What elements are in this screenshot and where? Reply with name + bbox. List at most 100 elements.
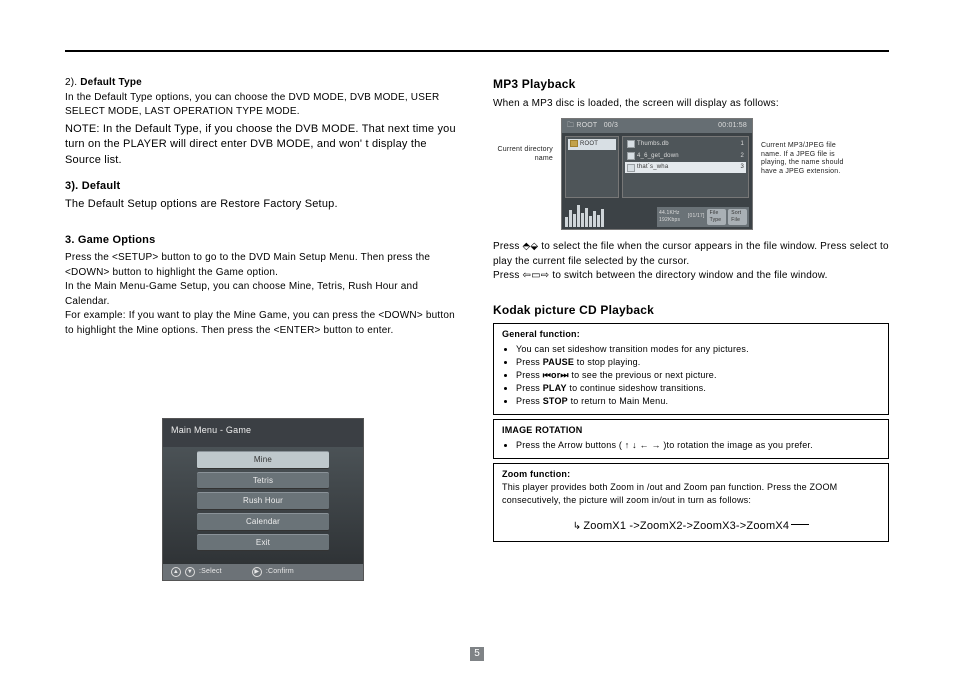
mp3-file-row: Thumbs.db 1: [625, 139, 746, 150]
text-bold: PLAY: [543, 383, 567, 393]
mp3-playback-title: MP3 Playback: [493, 76, 889, 93]
text-bold: STOP: [543, 396, 568, 406]
text: Press: [516, 396, 543, 406]
mp3-player-footer: 44.1KHz 192Kbps [01/17] File Type Sort F…: [562, 201, 752, 229]
list-item: Press ⏮or⏭ to see the previous or next p…: [516, 369, 880, 382]
text: Press: [493, 270, 523, 281]
box2-subtitle: IMAGE ROTATION: [502, 424, 880, 437]
mp3-file-row: that`s_wha 3: [625, 162, 746, 173]
mp3-file-row: 4_6_get_down 2: [625, 151, 746, 162]
page: 2). Default Type In the Default Type opt…: [65, 50, 889, 653]
game-menu-item: Calendar: [197, 513, 329, 531]
sec3-title: 3). Default: [65, 179, 461, 195]
mp3-info-bar: 44.1KHz 192Kbps [01/17] File Type Sort F…: [657, 207, 749, 228]
game-menu-item: Tetris: [197, 472, 329, 490]
file-name: that`s_wha: [637, 163, 668, 172]
mp3-player-graphic: 🗀 ROOT 00/3 00:01:58 ROOT Thumbs.db 1 4_6…: [561, 118, 753, 230]
file-num: 1: [740, 140, 744, 149]
mp3-left-callout: Current directory name: [493, 118, 553, 164]
image-rotation-box: IMAGE ROTATION Press the Arrow buttons (…: [493, 419, 889, 459]
text: )to rotation the image as you prefer.: [661, 440, 813, 450]
game-menu-footer: ▲ ▼ :Select ▶ :Confirm: [163, 564, 363, 580]
text: to return to Main Menu.: [568, 396, 668, 406]
mp3-intro: When a MP3 disc is loaded, the screen wi…: [493, 97, 889, 112]
kodak-title: Kodak picture CD Playback: [493, 302, 889, 319]
nav-up-icon: ▲: [171, 567, 181, 577]
prev-next-icon: ⏮or⏭: [543, 370, 569, 380]
game-menu-item: Exit: [197, 534, 329, 552]
list-item: Press PLAY to continue sideshow transiti…: [516, 382, 880, 395]
checkbox-icon: [627, 164, 635, 172]
game-menu-title: Main Menu - Game: [163, 419, 363, 447]
zoom-sequence: ↳ZoomX1 ->ZoomX2->ZoomX3->ZoomX4: [502, 519, 880, 535]
right-column: MP3 Playback When a MP3 disc is loaded, …: [493, 76, 889, 653]
text: Press: [516, 383, 543, 393]
file-name: 4_6_get_down: [637, 152, 679, 161]
mp3-right-callout: Current MP3/JPEG file name. If a JPEG fi…: [761, 118, 851, 177]
sec2-note: NOTE: In the Default Type, if you choose…: [65, 122, 461, 170]
mp3-btn-file-type: File Type: [707, 209, 727, 226]
mp3-track: [01/17]: [688, 213, 705, 220]
mp3-top-left: ROOT: [576, 122, 597, 129]
text: to stop playing.: [574, 357, 640, 367]
game-menu-item: Mine: [197, 451, 329, 469]
nav-right-icon: ▶: [252, 567, 262, 577]
list-item: Press PAUSE to stop playing.: [516, 356, 880, 369]
left-column: 2). Default Type In the Default Type opt…: [65, 76, 461, 653]
game-options-title: 3. Game Options: [65, 233, 461, 249]
zoom-text: ZoomX1 ->ZoomX2->ZoomX3->ZoomX4: [583, 520, 789, 532]
text: Press: [516, 357, 543, 367]
mp3-rate: 44.1KHz 192Kbps: [659, 210, 686, 225]
zoom-function-box: Zoom function: This player provides both…: [493, 463, 889, 542]
box1-subtitle: General function:: [502, 328, 880, 341]
general-function-box: General function: You can set sideshow t…: [493, 323, 889, 415]
mp3-player-header: 🗀 ROOT 00/3 00:01:58: [562, 119, 752, 133]
game-p2: In the Main Menu-Game Setup, you can cho…: [65, 280, 461, 309]
box3-body: This player provides both Zoom in /out a…: [502, 481, 880, 507]
text-bold: PAUSE: [543, 357, 574, 367]
file-num: 3: [740, 163, 744, 172]
game-p3: For example: If you want to play the Min…: [65, 309, 461, 338]
mp3-press-leftright: Press ⇦▭⇨ to switch between the director…: [493, 269, 889, 284]
sec3-body: The Default Setup options are Restore Fa…: [65, 197, 461, 213]
box3-subtitle: Zoom function:: [502, 468, 880, 481]
game-menu-graphic: Main Menu - Game Mine Tetris Rush Hour C…: [162, 418, 364, 581]
sec2-num: 2).: [65, 77, 77, 88]
footer-select: :Select: [199, 567, 222, 577]
visualizer-icon: [565, 203, 654, 227]
nav-down-icon: ▼: [185, 567, 195, 577]
list-item: Press STOP to return to Main Menu.: [516, 395, 880, 408]
file-num: 2: [740, 152, 744, 161]
mp3-press-updown: Press ⬘⬙ to select the file when the cur…: [493, 240, 889, 269]
updown-arrows-icon: ⬘⬙: [523, 241, 539, 252]
folder-icon: [570, 140, 578, 147]
leftright-arrows-icon: ⇦▭⇨: [523, 270, 550, 281]
footer-confirm: :Confirm: [266, 567, 294, 577]
list-item: You can set sideshow transition modes fo…: [516, 343, 880, 356]
loop-line-icon: [791, 524, 809, 525]
text: Press the Arrow buttons (: [516, 440, 625, 450]
text: Press: [493, 241, 523, 252]
checkbox-icon: [627, 140, 635, 148]
text: to continue sideshow transitions.: [567, 383, 706, 393]
mp3-btn-sort-file: Sort File: [728, 209, 747, 226]
mp3-files-panel: Thumbs.db 1 4_6_get_down 2 that`s_wha 3: [622, 136, 749, 198]
folder-icon: 🗀: [567, 122, 574, 129]
box1-list: You can set sideshow transition modes fo…: [502, 343, 880, 408]
box2-list: Press the Arrow buttons ( ↑ ↓ ← → )to ro…: [502, 439, 880, 452]
game-menu-body: Mine Tetris Rush Hour Calendar Exit: [163, 447, 363, 564]
loop-arrow-icon: ↳: [573, 521, 582, 532]
mp3-top-mid: 00/3: [604, 122, 618, 129]
game-p1: Press the <SETUP> button to go to the DV…: [65, 251, 461, 280]
file-name: Thumbs.db: [637, 140, 669, 149]
page-number: 5: [470, 647, 484, 661]
default-type-heading: 2). Default Type: [65, 76, 461, 91]
sec2-title: Default Type: [80, 77, 142, 88]
checkbox-icon: [627, 152, 635, 160]
mp3-top-right: 00:01:58: [718, 121, 747, 131]
game-menu-item: Rush Hour: [197, 492, 329, 510]
arrows-icon: ↑ ↓ ← →: [625, 440, 661, 450]
list-item: Press the Arrow buttons ( ↑ ↓ ← → )to ro…: [516, 439, 880, 452]
mp3-player-body: ROOT Thumbs.db 1 4_6_get_down 2 that`s_wha…: [562, 133, 752, 201]
mp3-dir-name: ROOT: [580, 141, 598, 147]
